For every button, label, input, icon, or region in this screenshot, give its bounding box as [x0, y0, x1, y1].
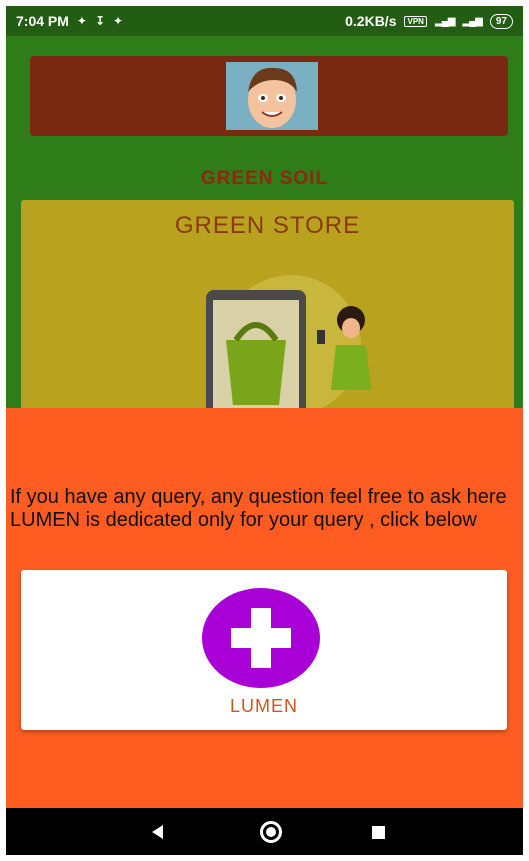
home-icon[interactable] [260, 821, 282, 843]
shopping-illustration [206, 275, 371, 430]
phone-screen: 7:04 PM ✦ ↧ ✦ 0.2KB/s VPN ▂▄▆ ▂▄▆ 97 GRE… [6, 6, 523, 855]
back-icon[interactable] [150, 824, 164, 840]
battery-icon: 97 [489, 13, 513, 29]
status-right: 0.2KB/s VPN ▂▄▆ ▂▄▆ 97 [345, 13, 513, 29]
network-speed: 0.2KB/s [345, 13, 397, 29]
lumen-label: LUMEN [229, 696, 298, 716]
status-left: 7:04 PM ✦ ↧ ✦ [16, 13, 123, 29]
avatar [226, 62, 318, 130]
query-bottom-sheet: If you have any query, any question feel… [6, 408, 523, 808]
lumen-button[interactable]: LUMEN [21, 570, 507, 730]
store-title: GREEN STORE [174, 212, 361, 239]
recents-icon[interactable] [372, 826, 385, 839]
download-icon: ↧ [94, 14, 106, 28]
status-time: 7:04 PM [16, 13, 69, 29]
system-nav-bar [6, 808, 523, 855]
signal-icon: ▂▄▆ [434, 15, 455, 27]
app-title: GREEN SOIL [200, 168, 329, 189]
plus-circle [202, 588, 320, 688]
profile-header [30, 56, 508, 136]
store-card[interactable]: GREEN STORE [21, 200, 514, 430]
plus-icon [231, 608, 291, 668]
avatar-illustration [226, 62, 318, 130]
status-bar: 7:04 PM ✦ ↧ ✦ 0.2KB/s VPN ▂▄▆ ▂▄▆ 97 [6, 6, 523, 36]
vpn-icon: VPN [404, 15, 427, 27]
flash-icon: ✦ [113, 14, 124, 28]
signal-icon: ▂▄▆ [462, 15, 482, 27]
flash-icon: ✦ [76, 14, 87, 28]
query-message: If you have any query, any question feel… [10, 486, 507, 531]
